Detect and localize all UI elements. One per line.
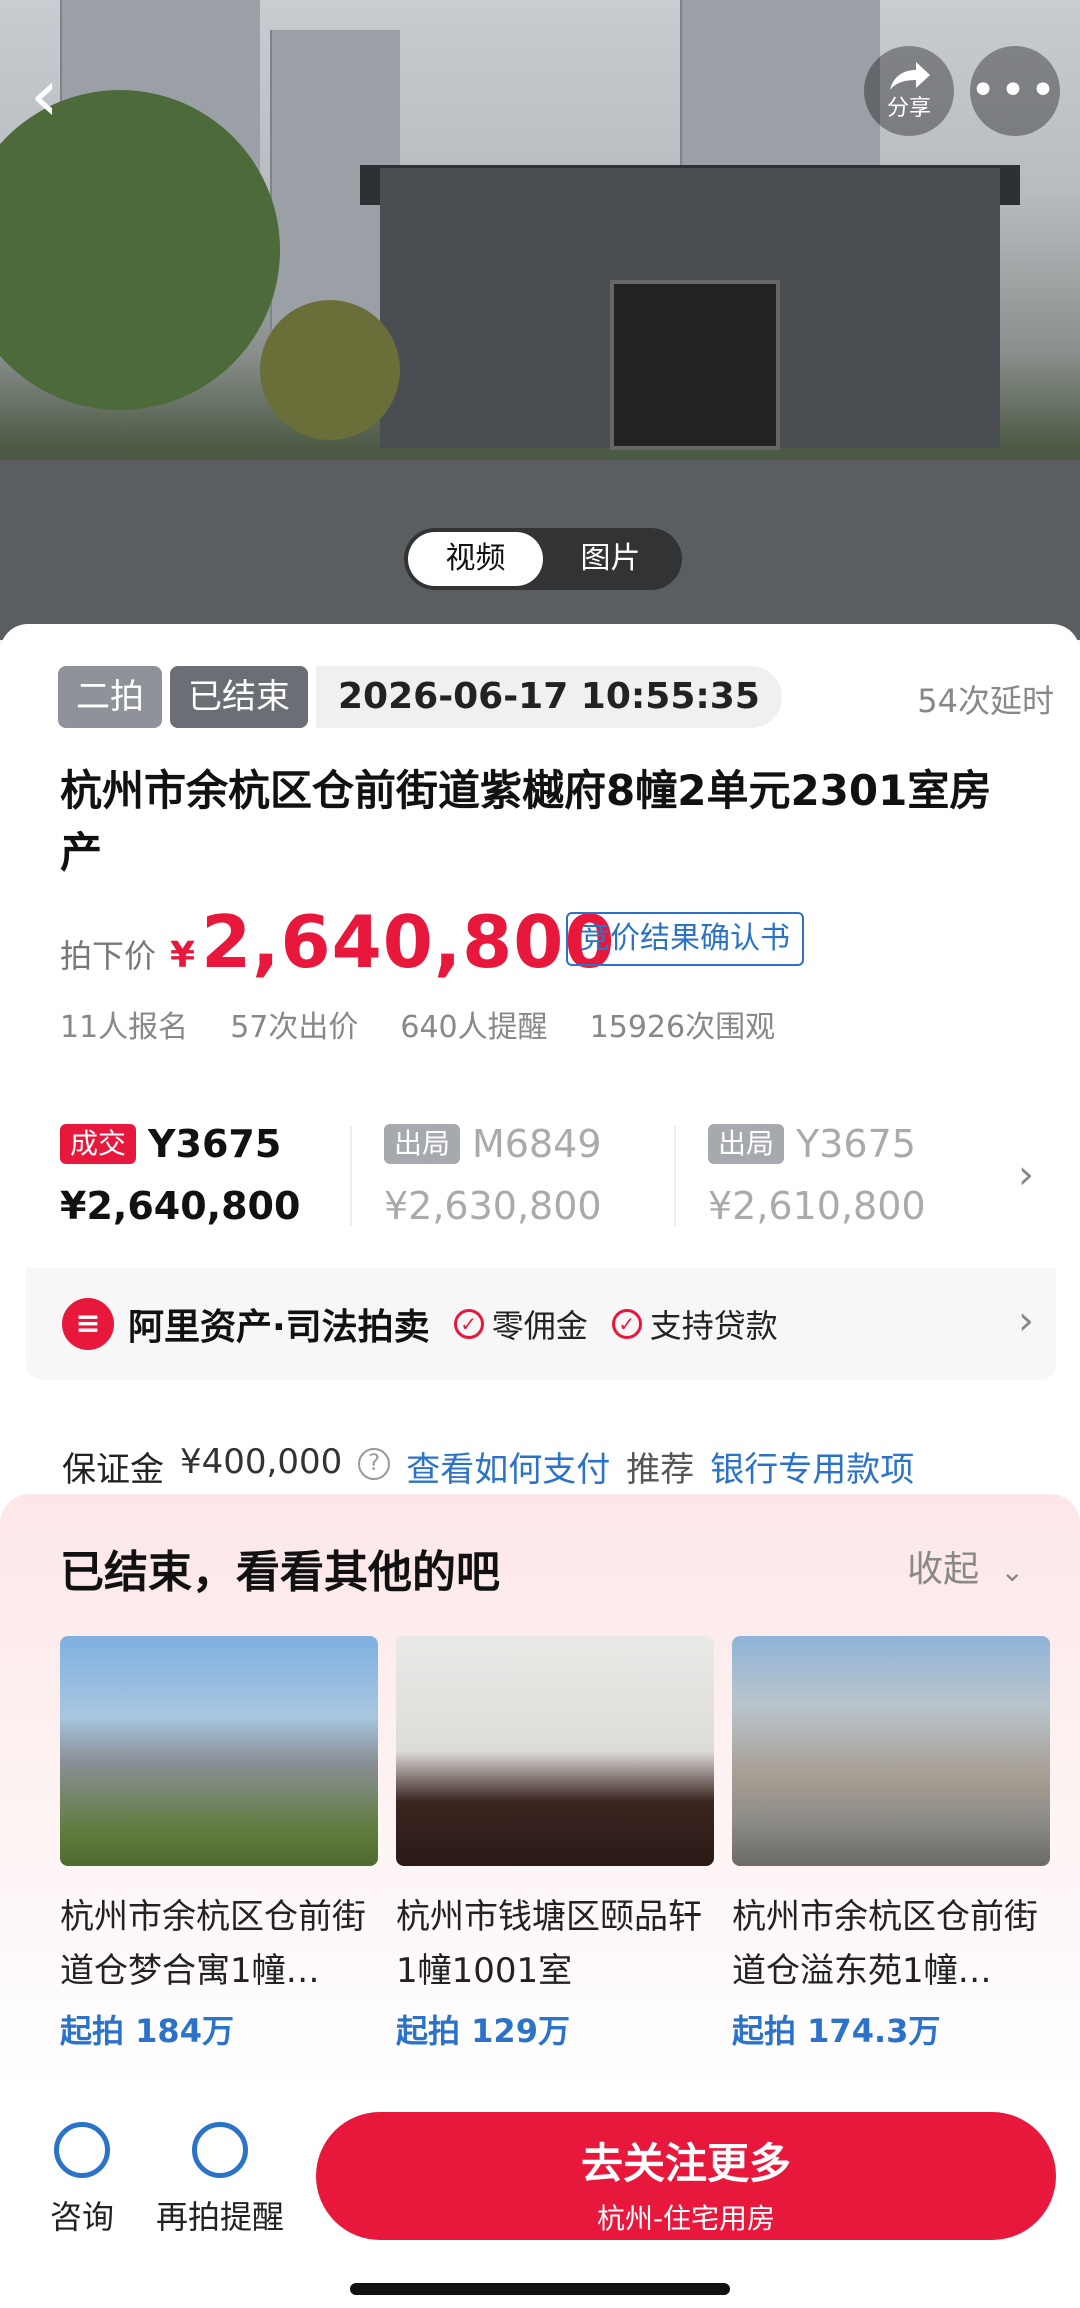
consult-button[interactable]: 咨询 xyxy=(50,2122,114,2238)
certificate-link[interactable]: 竞价结果确认书 xyxy=(566,912,804,966)
chevron-right-icon: › xyxy=(1018,1152,1034,1198)
consult-label: 咨询 xyxy=(50,2198,115,2236)
chat-icon xyxy=(54,2122,110,2178)
bid-record: 成交 Y3675 ¥2,640,800 xyxy=(26,1086,350,1268)
media-tabs: 视频 图片 xyxy=(404,528,682,590)
price-value: 174.3万 xyxy=(807,2012,941,2050)
feature-label: 零佣金 xyxy=(491,1307,588,1345)
starting-price: 起拍 184万 xyxy=(60,2006,378,2052)
starting-price: 起拍 174.3万 xyxy=(732,2006,1050,2052)
price-currency: ¥ xyxy=(170,935,196,976)
recommendation-card[interactable]: 杭州市余杭区仓前街道仓溢东苑1幢… 起拍 174.3万 xyxy=(732,1636,1050,2052)
brand-name: 阿里资产·司法拍卖 xyxy=(128,1307,430,1348)
property-photo xyxy=(732,1636,1050,1866)
property-title: 杭州市余杭区仓前街道紫樾府8幢2单元2301室房产 xyxy=(60,766,992,877)
price-row: 拍下价 ¥ 2,640,800 xyxy=(60,900,615,984)
collapse-label: 收起 xyxy=(907,1549,980,1590)
more-button[interactable]: ••• xyxy=(970,46,1060,136)
more-icon: ••• xyxy=(970,65,1060,116)
price-value: 129万 xyxy=(471,2012,570,2050)
back-button[interactable]: ‹ xyxy=(30,50,110,140)
recommendation-title: 已结束，看看其他的吧 xyxy=(60,1547,500,1598)
bidder-code: Y3675 xyxy=(148,1122,282,1166)
alarm-clock-icon xyxy=(192,2122,248,2178)
bid-badge: 成交 xyxy=(60,1124,137,1164)
price-prefix: 起拍 xyxy=(396,2012,461,2050)
home-indicator xyxy=(350,2283,730,2295)
feature-zero-commission: ✓ 零佣金 xyxy=(453,1301,588,1347)
property-photo xyxy=(396,1636,714,1866)
end-time: 2026-06-17 10:55:35 xyxy=(316,666,782,728)
bid-price: ¥2,640,800 xyxy=(60,1184,301,1228)
share-icon xyxy=(890,62,930,90)
status-row: 二拍 已结束 2026-06-17 10:55:35 xyxy=(58,666,782,728)
chevron-down-icon: ⌄ xyxy=(1000,1555,1024,1588)
recommendation-card[interactable]: 杭州市余杭区仓前街道仓梦合寓1幢… 起拍 184万 xyxy=(60,1636,378,2052)
price-prefix: 起拍 xyxy=(732,2012,797,2050)
gate-door xyxy=(610,280,780,450)
feature-loan-support: ✓ 支持贷款 xyxy=(611,1301,778,1347)
hero-media[interactable]: ‹ 分享 ••• 视频 图片 xyxy=(0,0,1080,640)
remind-label: 再拍提醒 xyxy=(156,2198,285,2236)
share-label: 分享 xyxy=(886,96,931,121)
bidder-code: Y3675 xyxy=(796,1122,916,1166)
recommendation-card[interactable]: 杭州市钱塘区颐品轩1幢1001室 起拍 129万 xyxy=(396,1636,714,2052)
building xyxy=(680,0,880,180)
cta-sub-label: 杭州-住宅用房 xyxy=(596,2202,776,2235)
help-icon[interactable]: ? xyxy=(358,1448,391,1480)
cta-main-label: 去关注更多 xyxy=(580,2139,791,2188)
check-circle-icon: ✓ xyxy=(453,1309,484,1339)
brand-bar[interactable]: ≡ 阿里资产·司法拍卖 ✓ 零佣金 ✓ 支持贷款 › xyxy=(26,1268,1056,1380)
bid-badge: 出局 xyxy=(384,1124,461,1164)
bid-price: ¥2,630,800 xyxy=(384,1184,602,1228)
remind-button[interactable]: 再拍提醒 xyxy=(156,2122,284,2238)
bid-record: 出局 M6849 ¥2,630,800 xyxy=(350,1086,674,1268)
follow-more-button[interactable]: 去关注更多 杭州-住宅用房 xyxy=(316,2112,1056,2240)
bidder-code: M6849 xyxy=(472,1122,602,1166)
property-photo xyxy=(60,1636,378,1866)
signups-stat: 11人报名 xyxy=(60,1010,189,1045)
ali-assets-logo-icon: ≡ xyxy=(62,1298,114,1350)
bids-stat: 57次出价 xyxy=(230,1010,359,1045)
extension-count: 54次延时 xyxy=(917,682,1054,720)
views-stat: 15926次围观 xyxy=(589,1010,776,1045)
bottom-action-bar: 咨询 再拍提醒 去关注更多 杭州-住宅用房 xyxy=(0,2088,1080,2308)
share-button[interactable]: 分享 xyxy=(864,46,954,136)
bid-records[interactable]: 成交 Y3675 ¥2,640,800 出局 M6849 ¥2,630,800 … xyxy=(26,1086,1056,1268)
bid-record: 出局 Y3675 ¥2,610,800 xyxy=(674,1086,998,1268)
chevron-right-icon: › xyxy=(1018,1298,1034,1344)
price-prefix: 起拍 xyxy=(60,2012,125,2050)
bid-badge: 出局 xyxy=(708,1124,785,1164)
tree xyxy=(260,300,400,440)
chevron-left-icon: ‹ xyxy=(30,53,59,137)
recommendation-list: 杭州市余杭区仓前街道仓梦合寓1幢… 起拍 184万 杭州市钱塘区颐品轩1幢100… xyxy=(60,1636,1050,2052)
auction-stats: 11人报名 57次出价 640人提醒 15926次围观 xyxy=(60,1002,775,1046)
tab-images[interactable]: 图片 xyxy=(543,532,678,586)
property-name: 杭州市余杭区仓前街道仓梦合寓1幢… xyxy=(60,1897,366,1991)
reminders-stat: 640人提醒 xyxy=(400,1010,548,1045)
tab-video[interactable]: 视频 xyxy=(408,532,543,586)
recommendation-panel: 已结束，看看其他的吧 收起 ⌄ 杭州市余杭区仓前街道仓梦合寓1幢… 起拍 184… xyxy=(0,1494,1080,2088)
bid-price: ¥2,610,800 xyxy=(708,1184,926,1228)
check-circle-icon: ✓ xyxy=(611,1309,642,1339)
starting-price: 起拍 129万 xyxy=(396,2006,714,2052)
feature-label: 支持贷款 xyxy=(649,1307,778,1345)
final-price: 2,640,800 xyxy=(201,900,616,984)
property-name: 杭州市余杭区仓前街道仓溢东苑1幢… xyxy=(732,1897,1038,1991)
property-name: 杭州市钱塘区颐品轩1幢1001室 xyxy=(396,1897,702,1991)
price-value: 184万 xyxy=(135,2012,234,2050)
price-label: 拍下价 xyxy=(60,937,157,975)
round-tag: 二拍 xyxy=(58,666,162,728)
collapse-button[interactable]: 收起 ⌄ xyxy=(907,1540,1024,1592)
status-tag: 已结束 xyxy=(170,666,308,728)
